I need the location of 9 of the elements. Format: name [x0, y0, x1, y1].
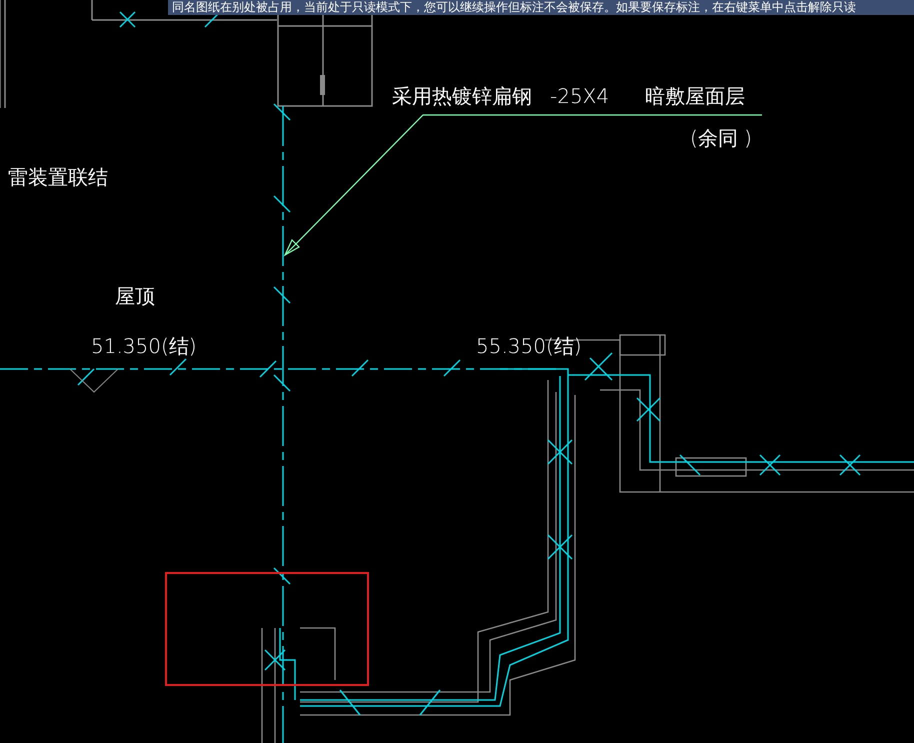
drawing-label: 暗敷屋面层	[645, 83, 745, 110]
read-only-banner: 同名图纸在别处被占用，当前处于只读模式下，您可以继续操作但标注不会被保存。如果要保存标注，在右键菜单中点击解除只读	[168, 0, 914, 15]
drawing-label: (余同 )	[690, 125, 752, 152]
drawing-label: -25X4	[550, 83, 610, 110]
drawing-label: 屋顶	[115, 283, 155, 310]
drawing-label: 雷装置联结	[8, 164, 108, 191]
drawing-label: 55.350(结)	[476, 333, 582, 360]
drawing-label: 51.350(结)	[91, 333, 197, 360]
drawing-label: 采用热镀锌扁钢	[392, 83, 532, 110]
